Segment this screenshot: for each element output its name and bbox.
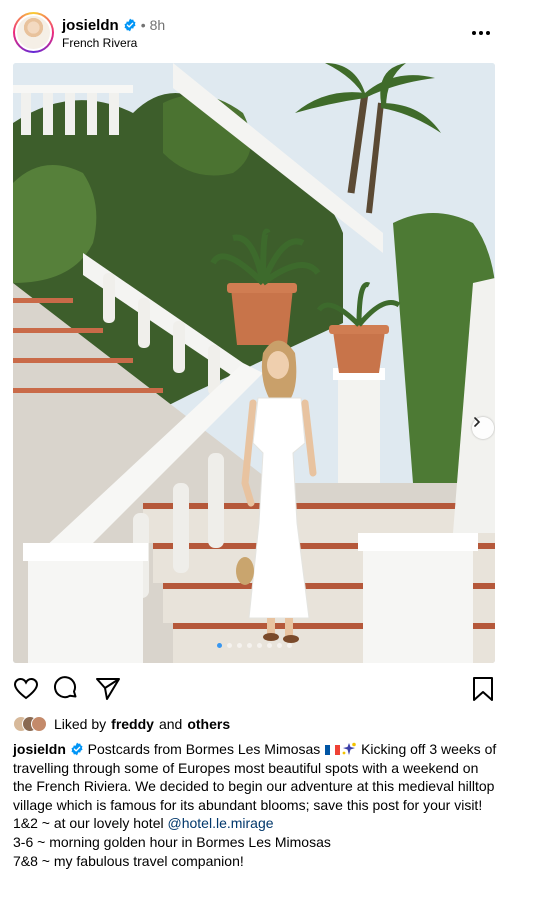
instagram-post: josieldn • 8h French Rivera Liked by fre… xyxy=(0,0,537,900)
caption-line-1-text: 1&2 ~ at our lovely hotel xyxy=(13,815,168,832)
post-location[interactable]: French Rivera xyxy=(62,36,137,50)
liked-by-user[interactable]: freddy xyxy=(111,716,154,732)
caption-body: josieldn Postcards from Bormes Les Mimos… xyxy=(13,740,498,814)
caption-line-1: 1&2 ~ at our lovely hotel @hotel.le.mira… xyxy=(13,814,498,833)
carousel-dot xyxy=(216,643,222,648)
avatar[interactable] xyxy=(13,12,54,53)
carousel-dot xyxy=(236,643,242,648)
carousel-dot xyxy=(256,643,262,648)
more-options-icon[interactable] xyxy=(472,24,494,42)
france-flag-icon xyxy=(325,741,341,755)
fleur-de-lis-sparkle-icon xyxy=(342,742,357,755)
caption-username[interactable]: josieldn xyxy=(13,741,66,757)
carousel-indicator xyxy=(13,643,495,648)
carousel-dot xyxy=(246,643,252,648)
separator-dot: • xyxy=(140,17,146,33)
hotel-mention-link[interactable]: @hotel.le.mirage xyxy=(168,815,274,831)
user-row: josieldn • 8h xyxy=(62,16,165,34)
liked-by-prefix: Liked by xyxy=(54,716,107,732)
carousel-dot xyxy=(266,643,272,648)
likes-row: Liked by freddy and others xyxy=(13,715,230,733)
avatar-image xyxy=(15,14,52,51)
liked-by-others[interactable]: others xyxy=(187,716,230,732)
carousel-dot xyxy=(226,643,232,648)
verified-badge-icon xyxy=(124,18,136,32)
caption-text-1: Postcards from Bormes Les Mimosas xyxy=(83,741,325,757)
post-header: josieldn • 8h French Rivera xyxy=(0,0,537,62)
liked-by-avatars[interactable] xyxy=(13,716,49,732)
caption-line-2: 3-6 ~ morning golden hour in Bormes Les … xyxy=(13,833,331,850)
share-icon[interactable] xyxy=(95,676,121,702)
post-photo[interactable] xyxy=(13,63,495,663)
carousel-next-button[interactable] xyxy=(472,417,494,439)
carousel-dot xyxy=(276,643,282,648)
action-bar xyxy=(13,676,495,702)
heart-icon[interactable] xyxy=(13,676,39,702)
caption-line-3: 7&8 ~ my fabulous travel companion! xyxy=(13,852,244,869)
photo-illustration xyxy=(13,63,495,663)
post-time: 8h xyxy=(149,17,166,33)
chevron-right-icon xyxy=(474,417,481,427)
liked-by-and: and xyxy=(158,716,183,732)
bookmark-icon[interactable] xyxy=(470,676,496,702)
carousel-dot xyxy=(286,643,292,648)
username[interactable]: josieldn xyxy=(62,17,119,34)
post-caption: josieldn Postcards from Bormes Les Mimos… xyxy=(13,740,498,870)
verified-badge-icon xyxy=(71,742,83,756)
comment-icon[interactable] xyxy=(53,676,79,702)
